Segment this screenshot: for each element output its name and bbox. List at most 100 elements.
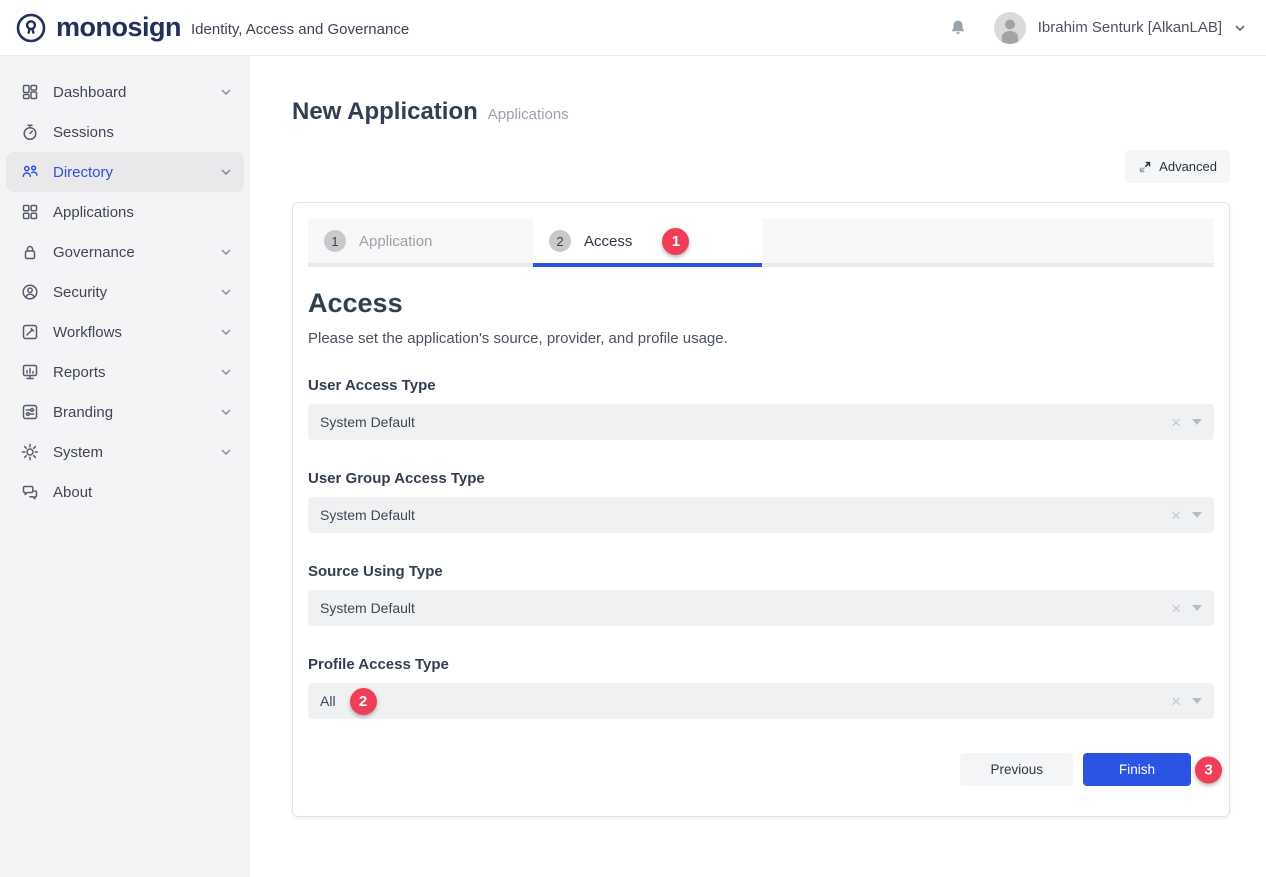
page-title: New Application (292, 98, 478, 126)
sidebar-item-branding[interactable]: Branding (6, 392, 244, 432)
avatar (994, 12, 1026, 44)
sidebar-item-applications[interactable]: Applications (6, 192, 244, 232)
system-icon (20, 442, 40, 462)
select-value: System Default (320, 507, 415, 523)
field-user-group-access-type: User Group Access Type System Default × (308, 470, 1214, 533)
brand-tagline: Identity, Access and Governance (191, 21, 409, 38)
caret-down-icon (1192, 605, 1202, 611)
sidebar-item-label: System (53, 444, 218, 461)
sidebar-item-about[interactable]: About (6, 472, 244, 512)
wizard-card: 1 Application 2 Access 1 Access Please s… (292, 202, 1230, 817)
sidebar-item-label: Directory (53, 164, 218, 181)
chevron-down-icon (218, 244, 234, 260)
chevron-down-icon (218, 364, 234, 380)
brand-name: monosign (56, 12, 181, 43)
sidebar-item-label: Governance (53, 244, 218, 261)
notifications-bell-icon[interactable] (948, 18, 968, 38)
sidebar-item-label: Branding (53, 404, 218, 421)
field-label: User Group Access Type (308, 470, 1214, 487)
directory-icon (20, 162, 40, 182)
annotation-badge-2: 2 (350, 688, 377, 715)
sidebar-item-label: Sessions (53, 124, 234, 141)
profile-access-type-select[interactable]: All 2 × (308, 683, 1214, 719)
user-group-access-type-select[interactable]: System Default × (308, 497, 1214, 533)
user-menu[interactable]: Ibrahim Senturk [AlkanLAB] (994, 12, 1248, 44)
finish-button[interactable]: Finish (1083, 753, 1191, 786)
branding-icon (20, 402, 40, 422)
chevron-down-icon (218, 444, 234, 460)
sidebar-item-system[interactable]: System (6, 432, 244, 472)
clear-icon[interactable]: × (1171, 507, 1181, 524)
applications-icon (20, 202, 40, 222)
sidebar-item-label: Dashboard (53, 84, 218, 101)
select-value: All (320, 693, 336, 709)
field-user-access-type: User Access Type System Default × (308, 377, 1214, 440)
form-title: Access (308, 288, 1214, 319)
sidebar-item-reports[interactable]: Reports (6, 352, 244, 392)
app-header: monosign Identity, Access and Governance… (0, 0, 1266, 56)
chevron-down-icon (1232, 20, 1248, 36)
caret-down-icon (1192, 698, 1202, 704)
sessions-icon (20, 122, 40, 142)
user-name: Ibrahim Senturk [AlkanLAB] (1038, 19, 1222, 36)
sidebar-item-label: Security (53, 284, 218, 301)
tab-label: Application (359, 233, 432, 250)
tab-label: Access (584, 233, 632, 250)
advanced-button[interactable]: Advanced (1125, 150, 1230, 183)
sidebar-item-sessions[interactable]: Sessions (6, 112, 244, 152)
select-value: System Default (320, 600, 415, 616)
sidebar-item-label: Workflows (53, 324, 218, 341)
sidebar: Dashboard Sessions Directory (0, 56, 250, 877)
dashboard-icon (20, 82, 40, 102)
page-head: New Application Applications (292, 98, 1230, 126)
expand-arrows-icon (1138, 160, 1152, 174)
monosign-logo-icon (14, 11, 48, 45)
main-content: New Application Applications Advanced 1 … (250, 56, 1266, 877)
brand: monosign Identity, Access and Governance (14, 11, 409, 45)
sidebar-item-label: Applications (53, 204, 234, 221)
annotation-badge-1: 1 (662, 228, 689, 255)
form-description: Please set the application's source, pro… (308, 330, 1214, 347)
wizard-tabs: 1 Application 2 Access 1 (308, 219, 1214, 267)
step-number-badge: 1 (324, 230, 346, 252)
field-profile-access-type: Profile Access Type All 2 × (308, 656, 1214, 719)
annotation-badge-3: 3 (1195, 756, 1222, 783)
governance-icon (20, 242, 40, 262)
chevron-down-icon (218, 404, 234, 420)
sidebar-item-directory[interactable]: Directory (6, 152, 244, 192)
tab-filler (762, 219, 1214, 263)
user-access-type-select[interactable]: System Default × (308, 404, 1214, 440)
field-source-using-type: Source Using Type System Default × (308, 563, 1214, 626)
page-subtitle: Applications (488, 106, 569, 123)
source-using-type-select[interactable]: System Default × (308, 590, 1214, 626)
sidebar-item-dashboard[interactable]: Dashboard (6, 72, 244, 112)
step-number-badge: 2 (549, 230, 571, 252)
field-label: User Access Type (308, 377, 1214, 394)
clear-icon[interactable]: × (1171, 600, 1181, 617)
reports-icon (20, 362, 40, 382)
form-footer: Previous Finish 3 (308, 753, 1214, 786)
chevron-down-icon (218, 164, 234, 180)
caret-down-icon (1192, 512, 1202, 518)
chevron-down-icon (218, 84, 234, 100)
chevron-down-icon (218, 324, 234, 340)
field-label: Source Using Type (308, 563, 1214, 580)
tab-step-application[interactable]: 1 Application (308, 219, 533, 263)
previous-button[interactable]: Previous (960, 753, 1073, 786)
sidebar-item-governance[interactable]: Governance (6, 232, 244, 272)
field-label: Profile Access Type (308, 656, 1214, 673)
caret-down-icon (1192, 419, 1202, 425)
clear-icon[interactable]: × (1171, 693, 1181, 710)
workflows-icon (20, 322, 40, 342)
security-icon (20, 282, 40, 302)
advanced-button-label: Advanced (1159, 159, 1217, 174)
sidebar-item-security[interactable]: Security (6, 272, 244, 312)
sidebar-item-workflows[interactable]: Workflows (6, 312, 244, 352)
tab-step-access[interactable]: 2 Access 1 (533, 219, 762, 263)
sidebar-item-label: Reports (53, 364, 218, 381)
sidebar-item-label: About (53, 484, 234, 501)
about-icon (20, 482, 40, 502)
clear-icon[interactable]: × (1171, 414, 1181, 431)
chevron-down-icon (218, 284, 234, 300)
select-value: System Default (320, 414, 415, 430)
